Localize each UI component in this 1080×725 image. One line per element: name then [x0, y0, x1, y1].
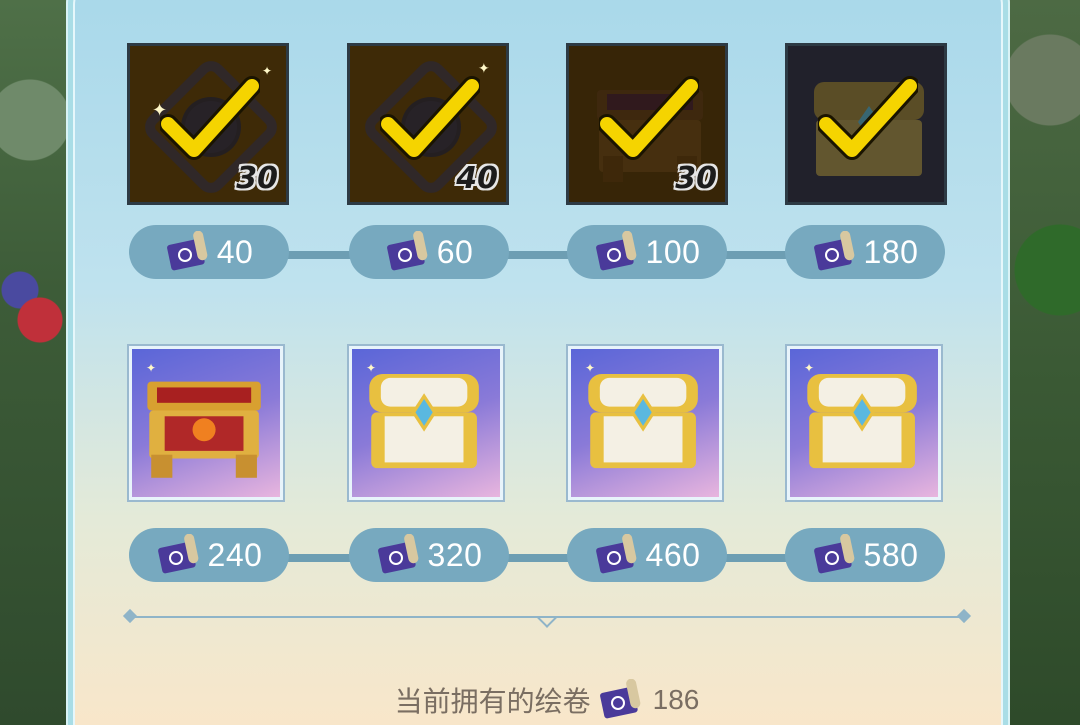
cost-value: 60 [436, 233, 474, 270]
cost-value: 320 [427, 536, 483, 573]
scroll-icon [166, 231, 208, 271]
divider-notch [537, 608, 557, 628]
reward-tile-1[interactable]: ✦ ✦ 30 [127, 43, 289, 205]
cost-pill: 40 [129, 225, 289, 279]
cost-value: 240 [207, 536, 263, 573]
reward-tile-6[interactable]: ✦ [347, 344, 505, 502]
check-icon [599, 76, 699, 160]
divider-cap-right [956, 608, 972, 624]
reward-count: 40 [456, 161, 498, 196]
cost-pill: 460 [567, 528, 727, 582]
sparkle-icon: ✦ [366, 361, 377, 375]
cost-pill: 180 [785, 225, 945, 279]
check-icon [380, 76, 480, 160]
sparkle-icon: ✦ [146, 361, 157, 375]
cost-pill: 320 [349, 528, 509, 582]
reward-count: 30 [675, 161, 717, 196]
divider-cap-left [122, 608, 138, 624]
reward-tile-7[interactable]: ✦ [566, 344, 724, 502]
owned-count: 186 [652, 684, 700, 715]
reward-tile-4[interactable] [785, 43, 947, 205]
reward-tile-2[interactable]: ✦ 40 [347, 43, 509, 205]
scroll-icon [599, 679, 640, 719]
scroll-icon [157, 534, 198, 574]
owned-scrolls: 当前拥有的绘卷 186 [75, 679, 1019, 721]
scroll-icon [377, 534, 418, 574]
sparkle-icon: ✦ [478, 60, 490, 76]
cost-pill: 240 [129, 528, 289, 582]
owned-label: 当前拥有的绘卷 [394, 686, 591, 717]
check-icon [818, 76, 918, 160]
scroll-icon [813, 231, 854, 271]
cost-value: 180 [863, 233, 919, 270]
reward-panel: ✦ ✦ 30 ✦ 40 30 40 60 100 180 ✦ ✦ ✦ ✦ 240… [66, 0, 1010, 725]
scroll-icon [595, 231, 636, 271]
cost-value: 40 [216, 233, 254, 270]
sparkle-icon: ✦ [152, 100, 168, 120]
sparkle-icon: ✦ [804, 361, 815, 375]
cost-value: 460 [645, 536, 701, 573]
cost-value: 580 [863, 536, 919, 573]
sparkle-icon: ✦ [262, 64, 273, 78]
reward-tile-5[interactable]: ✦ [127, 344, 285, 502]
cost-pill: 580 [785, 528, 945, 582]
reward-tile-8[interactable]: ✦ [785, 344, 943, 502]
reward-count: 30 [236, 161, 278, 196]
cost-pill: 60 [349, 225, 509, 279]
scroll-icon [813, 534, 854, 574]
reward-panel-inner: ✦ ✦ 30 ✦ 40 30 40 60 100 180 ✦ ✦ ✦ ✦ 240… [73, 0, 1003, 725]
background-right [1000, 0, 1080, 725]
scroll-icon [595, 534, 636, 574]
reward-tile-3[interactable]: 30 [566, 43, 728, 205]
check-icon [160, 76, 260, 160]
cost-value: 100 [645, 233, 701, 270]
cost-pill: 100 [567, 225, 727, 279]
sparkle-icon: ✦ [585, 361, 596, 375]
scroll-icon [386, 231, 428, 271]
